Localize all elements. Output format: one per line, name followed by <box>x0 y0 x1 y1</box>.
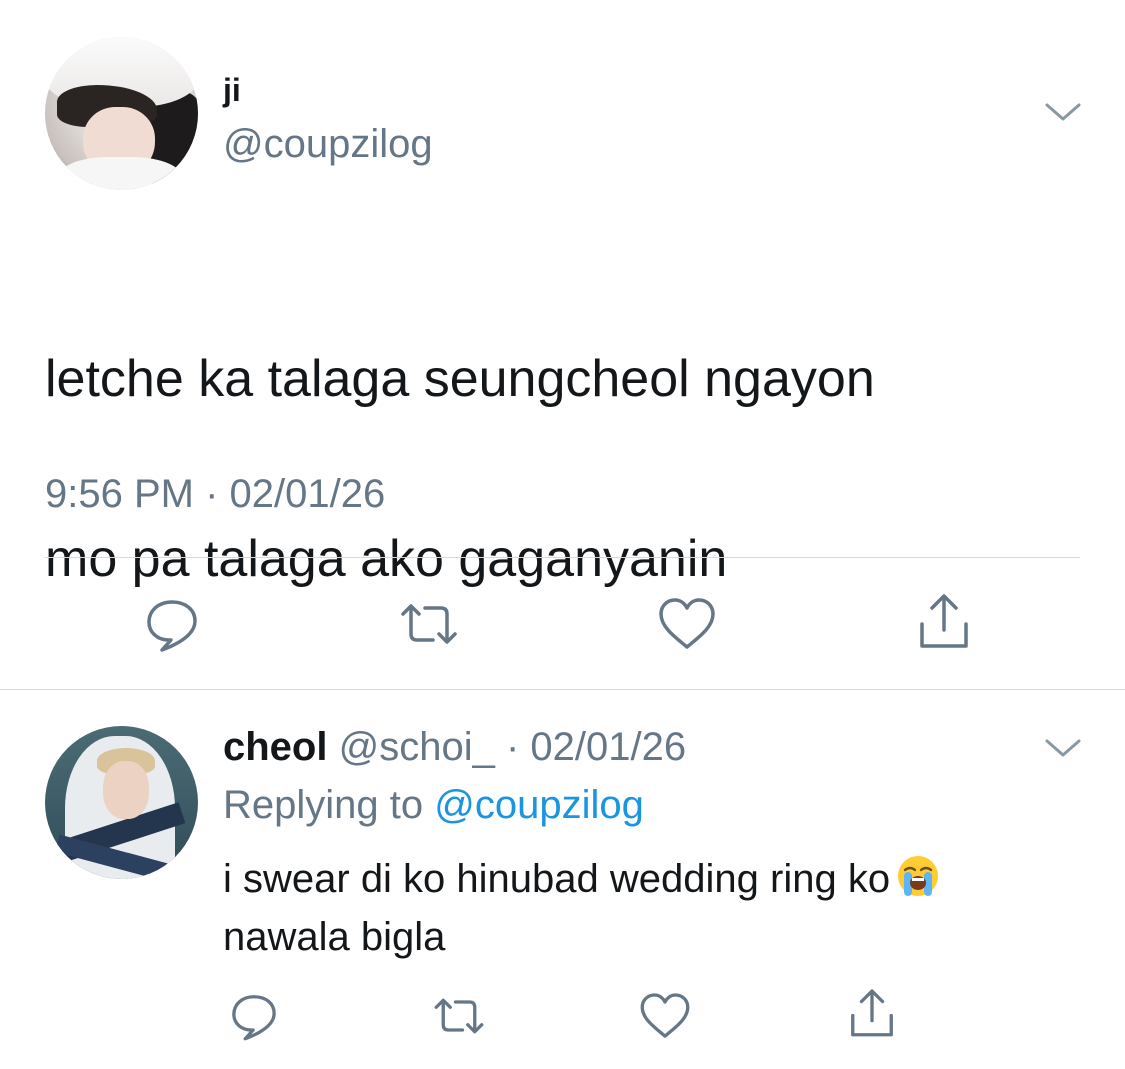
loudly-crying-face-emoji <box>898 856 939 896</box>
main-handle[interactable]: @coupzilog <box>223 122 433 167</box>
reply-avatar[interactable] <box>45 726 198 879</box>
divider <box>45 557 1080 558</box>
main-date: 02/01/26 <box>229 472 386 516</box>
reply-separator: · <box>494 725 531 769</box>
reply-handle[interactable]: @schoi_ <box>339 725 495 769</box>
reply-tweet-text-line1: i swear di ko hinubad wedding ring ko <box>223 857 891 901</box>
heart-icon[interactable] <box>655 592 719 656</box>
main-time: 9:56 PM <box>45 472 194 516</box>
avatar-shirt <box>55 157 185 190</box>
heart-icon[interactable] <box>637 988 693 1044</box>
retweet-icon[interactable] <box>431 988 487 1044</box>
main-display-name[interactable]: ji <box>223 72 241 109</box>
reply-tweet-text-line1-wrap: i swear di ko hinubad wedding ring ko <box>223 850 1093 908</box>
reply-tweet-text: i swear di ko hinubad wedding ring ko na… <box>223 850 1093 966</box>
reply-date[interactable]: 02/01/26 <box>530 725 686 769</box>
reply-display-name[interactable]: cheol <box>223 725 327 769</box>
section-divider <box>0 689 1125 690</box>
chevron-down-icon[interactable] <box>1043 733 1083 763</box>
reply-tweet-text-line2: nawala bigla <box>223 915 446 959</box>
chevron-down-icon[interactable] <box>1043 97 1083 127</box>
main-timestamp[interactable]: 9:56 PM · 02/01/26 <box>45 472 385 517</box>
replying-to-context: Replying to @coupzilog <box>223 783 644 828</box>
share-icon[interactable] <box>912 588 976 652</box>
share-icon[interactable] <box>844 984 900 1040</box>
main-time-separator: · <box>193 472 230 516</box>
reply-header: cheol @schoi_ · 02/01/26 <box>223 725 686 770</box>
retweet-icon[interactable] <box>397 592 461 656</box>
main-tweet-text-line1: letche ka talaga seungcheol ngayon <box>45 350 875 408</box>
reply-icon[interactable] <box>226 988 282 1044</box>
replying-to-label: Replying to <box>223 783 435 827</box>
reply-icon[interactable] <box>140 592 204 656</box>
replying-to-link[interactable]: @coupzilog <box>434 783 644 827</box>
avatar-face <box>103 761 149 819</box>
main-avatar[interactable] <box>45 37 198 190</box>
